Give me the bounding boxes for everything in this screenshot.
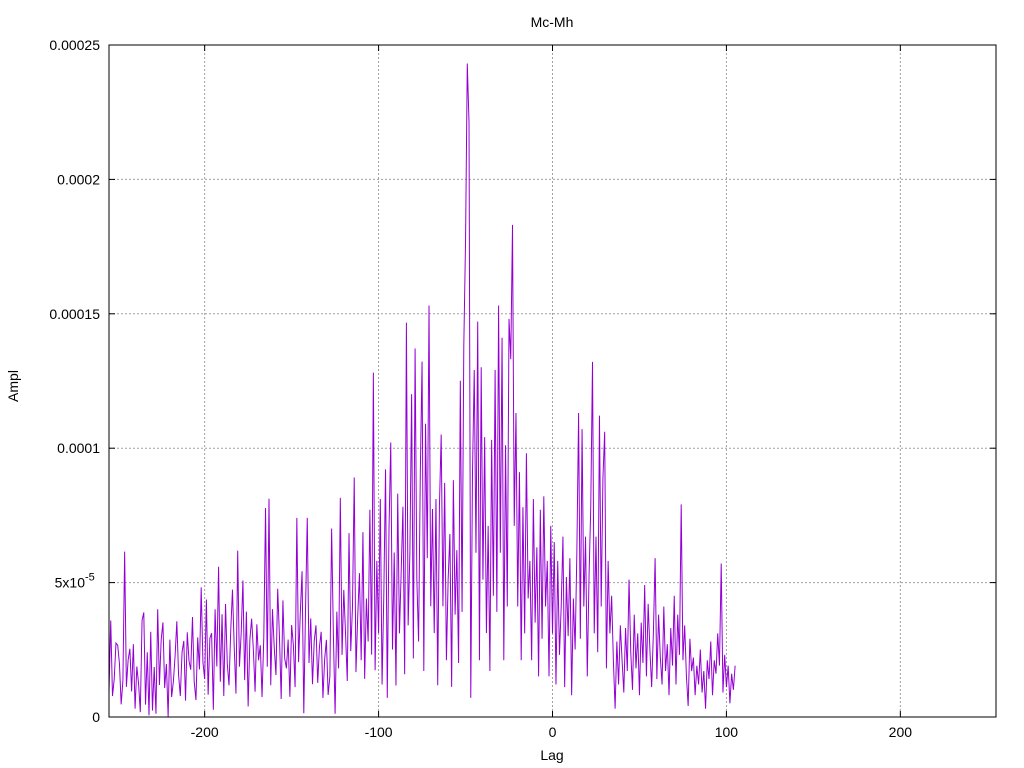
y-tick-label: 0.00015 xyxy=(49,306,100,322)
axis-ticks: -200 -100 0 100 200 0 5x10 -5 0.0001 0.00015 0.000… xyxy=(49,37,996,740)
x-tick-label: 100 xyxy=(715,724,739,740)
chart: -200 -100 0 100 200 0 5x10 -5 0.0001 0.00015 0.000… xyxy=(5,14,997,763)
y-tick-label: 0 xyxy=(92,709,100,725)
y-tick-label: 5x10 xyxy=(55,575,86,591)
x-tick-label: 0 xyxy=(549,724,557,740)
y-tick-label: 0.0001 xyxy=(57,440,100,456)
series-layer xyxy=(108,63,736,717)
y-tick-label: 0.0002 xyxy=(57,171,100,187)
y-axis-label: Ampl xyxy=(5,370,21,402)
x-tick-label: -200 xyxy=(191,724,219,740)
series-line xyxy=(108,63,736,717)
y-tick-label-exponent: -5 xyxy=(85,572,95,584)
x-axis-label: Lag xyxy=(540,747,563,763)
x-tick-label: -100 xyxy=(365,724,393,740)
chart-title: Mc-Mh xyxy=(531,14,574,30)
y-tick-label: 0.00025 xyxy=(49,37,100,53)
x-tick-label: 200 xyxy=(889,724,913,740)
